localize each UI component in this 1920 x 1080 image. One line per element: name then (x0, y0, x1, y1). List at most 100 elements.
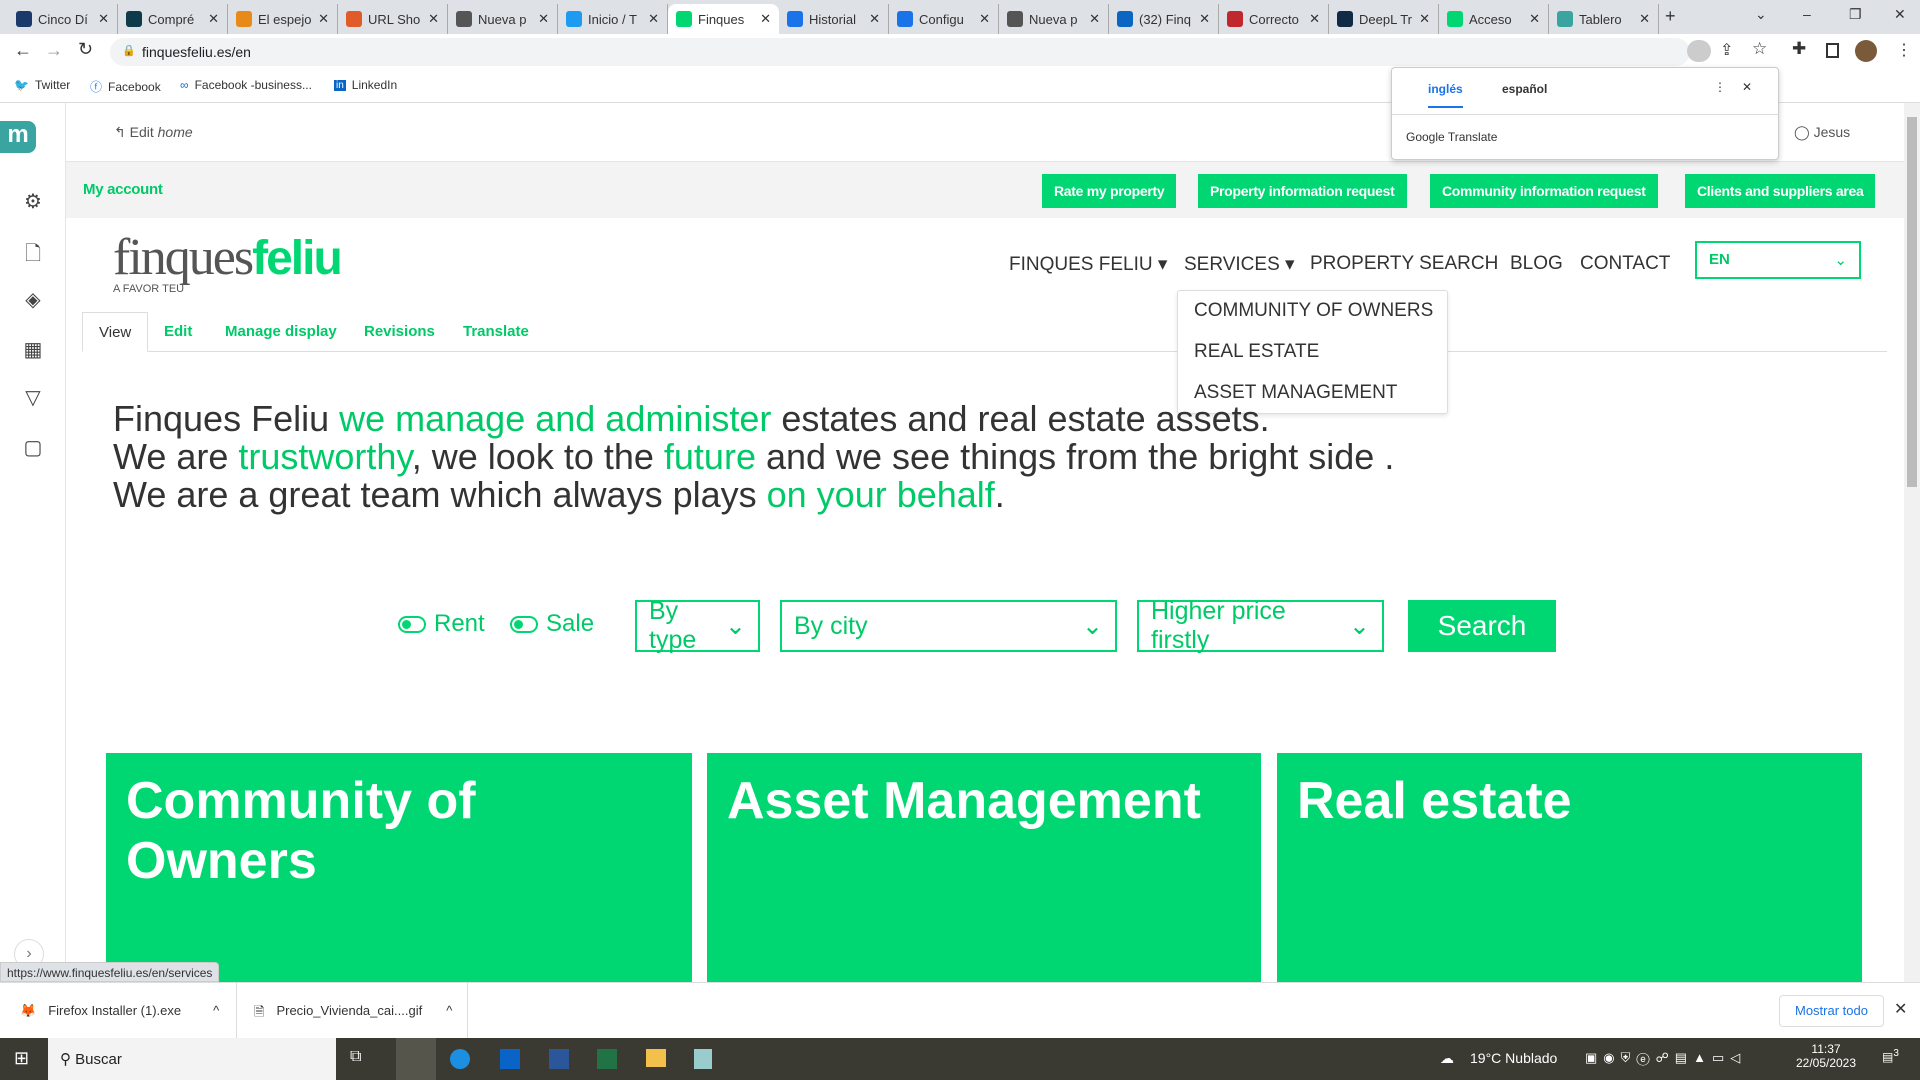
task-view-icon[interactable]: ⧉ (350, 1048, 361, 1066)
word-icon[interactable] (549, 1049, 569, 1069)
nav-property-search[interactable]: PROPERTY SEARCH (1310, 253, 1498, 275)
share-icon[interactable]: ⇪ (1720, 40, 1733, 60)
community-info-button[interactable]: Community information request (1430, 174, 1658, 208)
close-tab-icon[interactable]: ✕ (318, 11, 329, 27)
close-tab-icon[interactable]: ✕ (869, 11, 880, 27)
bookmark-twitter[interactable]: 🐦 Twitter (14, 78, 70, 92)
extensions-icon[interactable]: ✚ (1792, 39, 1806, 59)
bookmark-facebook[interactable]: ⓕ Facebook (90, 78, 161, 95)
lang-tab-english[interactable]: inglés (1428, 82, 1463, 108)
lang-tab-spanish[interactable]: español (1502, 82, 1547, 96)
search-button[interactable]: Search (1408, 600, 1556, 652)
browser-tab[interactable]: Finques ✕ (668, 4, 779, 34)
card-asset-management[interactable]: Asset Management (707, 753, 1261, 982)
rate-property-button[interactable]: Rate my property (1042, 174, 1177, 208)
brush-icon[interactable]: ▽ (21, 385, 45, 409)
browser-tab[interactable]: Acceso ✕ (1439, 4, 1549, 34)
tab-view[interactable]: View (82, 312, 149, 352)
user-menu[interactable]: ◯ Jesus (1794, 124, 1850, 141)
forward-icon[interactable]: → (45, 40, 63, 61)
bookmark-facebook-business[interactable]: ∞ Facebook -business... (180, 78, 312, 92)
address-bar[interactable]: 🔒 finquesfeliu.es/en (110, 38, 1690, 66)
browser-tab[interactable]: Nueva p ✕ (448, 4, 558, 34)
type-select[interactable]: By type ⌄ (635, 597, 760, 654)
city-select[interactable]: By city ⌄ (780, 600, 1117, 652)
close-tab-icon[interactable]: ✕ (98, 11, 109, 27)
minimize-icon[interactable]: – (1803, 6, 1811, 22)
close-tab-icon[interactable]: ✕ (538, 11, 549, 27)
reload-icon[interactable]: ↻ (78, 39, 93, 60)
square-icon[interactable]: ▢ (21, 435, 45, 459)
browser-tab[interactable]: Nueva p ✕ (999, 4, 1109, 34)
close-tab-icon[interactable]: ✕ (1529, 11, 1540, 27)
card-community[interactable]: Community of Owners (106, 753, 692, 982)
clock[interactable]: 11:37 22/05/2023 (1786, 1042, 1866, 1070)
browser-tab[interactable]: DeepL Tr ✕ (1329, 4, 1439, 34)
gear-icon[interactable]: ⚙ (21, 189, 45, 213)
translate-icon[interactable] (1687, 40, 1711, 62)
close-tab-icon[interactable]: ✕ (1199, 11, 1210, 27)
show-all-button[interactable]: Mostrar todo (1779, 995, 1884, 1027)
back-icon[interactable]: ← (14, 40, 32, 61)
bookmark-linkedin[interactable]: in LinkedIn (334, 78, 397, 92)
weather-text[interactable]: 19°C Nublado (1470, 1050, 1557, 1066)
nav-finques-feliu[interactable]: FINQUES FELIU ▾ (1009, 253, 1167, 276)
close-tab-icon[interactable]: ✕ (1089, 11, 1100, 27)
close-tab-icon[interactable]: ✕ (760, 11, 771, 27)
edit-home-link[interactable]: ↰ Edit home (114, 124, 193, 141)
tab-manage-display[interactable]: Manage display (209, 312, 353, 352)
outlook-icon[interactable] (500, 1049, 520, 1069)
browser-tab[interactable]: Compré ✕ (118, 4, 228, 34)
maximize-icon[interactable]: ❐ (1849, 6, 1862, 23)
download-item[interactable]: 🦊 Firefox Installer (1).exe ^ (20, 1003, 219, 1019)
order-select[interactable]: Higher price firstly ⌄ (1137, 597, 1384, 654)
language-select[interactable]: EN ⌄ (1695, 241, 1861, 279)
tab-revisions[interactable]: Revisions (348, 312, 451, 352)
star-icon[interactable]: ☆ (1752, 39, 1767, 59)
sale-toggle[interactable]: Sale (510, 610, 594, 638)
taskbar-search[interactable]: ⚲ Buscar (48, 1038, 336, 1080)
scrollbar-thumb[interactable] (1907, 117, 1917, 487)
browser-tab[interactable]: Tablero ✕ (1549, 4, 1659, 34)
chrome-icon[interactable] (396, 1038, 436, 1080)
nav-blog[interactable]: BLOG (1510, 253, 1563, 275)
browser-tab[interactable]: URL Sho ✕ (338, 4, 448, 34)
close-tab-icon[interactable]: ✕ (428, 11, 439, 27)
property-info-button[interactable]: Property information request (1198, 174, 1407, 208)
close-tab-icon[interactable]: ✕ (208, 11, 219, 27)
browser-tab[interactable]: Inicio / T ✕ (558, 4, 668, 34)
app-icon[interactable] (694, 1049, 712, 1069)
close-tab-icon[interactable]: ✕ (1419, 11, 1430, 27)
menu-icon[interactable]: ⋮ (1896, 40, 1912, 60)
close-icon[interactable]: ✕ (1742, 80, 1752, 94)
menu-item-real-estate[interactable]: REAL ESTATE (1194, 341, 1319, 363)
layers-icon[interactable]: ◈ (21, 287, 45, 311)
browser-tab[interactable]: Configu ✕ (889, 4, 999, 34)
clients-area-button[interactable]: Clients and suppliers area (1685, 174, 1876, 208)
folder-icon[interactable] (646, 1049, 666, 1067)
nav-contact[interactable]: CONTACT (1580, 253, 1670, 275)
my-account-link[interactable]: My account (83, 181, 163, 198)
browser-tab[interactable]: Cinco Dí ✕ (8, 4, 118, 34)
window-close-icon[interactable]: ✕ (1894, 6, 1906, 23)
tab-search-icon[interactable]: ⌄ (1755, 6, 1767, 23)
site-logo[interactable]: finquesfeliu A FAVOR TEU (113, 228, 343, 295)
browser-tab[interactable]: El espejo ✕ (228, 4, 338, 34)
close-tab-icon[interactable]: ✕ (648, 11, 659, 27)
close-tab-icon[interactable]: ✕ (1639, 11, 1650, 27)
browser-tab[interactable]: Correcto ✕ (1219, 4, 1329, 34)
close-tab-icon[interactable]: ✕ (1309, 11, 1320, 27)
browser-tab[interactable]: (32) Finq ✕ (1109, 4, 1219, 34)
file-icon[interactable]: 🗋 (21, 239, 45, 265)
nav-services[interactable]: SERVICES ▾ (1184, 253, 1295, 276)
avatar[interactable] (1855, 40, 1877, 62)
side-panel-icon[interactable] (1826, 43, 1839, 58)
card-real-estate[interactable]: Real estate (1277, 753, 1862, 982)
blocks-icon[interactable]: ▦ (21, 337, 45, 361)
excel-icon[interactable] (597, 1049, 617, 1069)
tray-icons[interactable]: ▣◉⛨ⓔ☍▤▲▭◁ (1585, 1050, 1746, 1066)
admin-logo[interactable]: m (0, 121, 36, 153)
notifications-icon[interactable]: ▤3 (1882, 1048, 1899, 1064)
tab-edit[interactable]: Edit (148, 312, 208, 352)
close-icon[interactable]: ✕ (1894, 999, 1907, 1019)
